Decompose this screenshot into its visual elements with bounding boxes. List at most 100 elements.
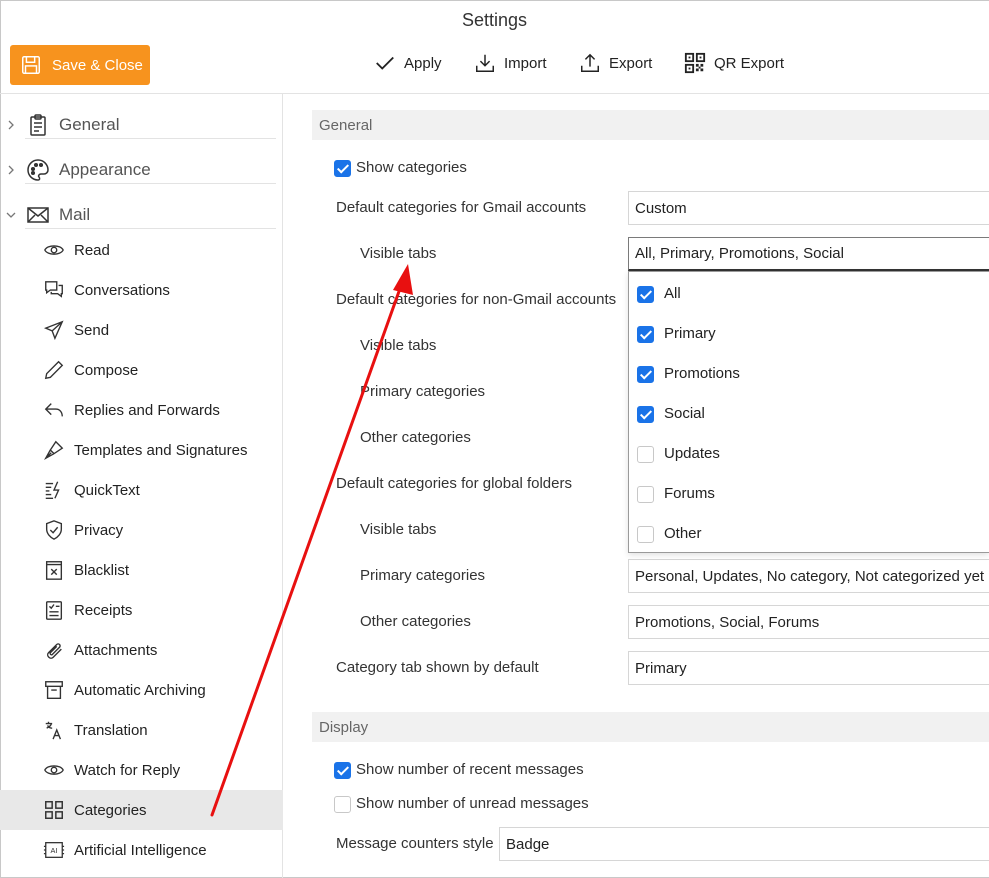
dropdown-option-all[interactable]: All	[629, 274, 989, 314]
dropdown-option-updates[interactable]: Updates	[629, 434, 989, 474]
sidebar-item-privacy[interactable]: Privacy	[0, 510, 283, 550]
sidebar-item-quicktext[interactable]: QuickText	[0, 470, 283, 510]
sidebar-item-artificial-intelligence[interactable]: AI Artificial Intelligence	[0, 830, 283, 870]
save-close-button[interactable]: Save & Close	[10, 45, 150, 85]
archive-icon	[45, 681, 63, 699]
show-unread-label: Show number of unread messages	[356, 795, 589, 812]
sidebar-item-blacklist[interactable]: Blacklist	[0, 550, 283, 590]
sidebar-item-replies-forwards[interactable]: Replies and Forwards	[0, 390, 283, 430]
quicktext-icon	[45, 481, 60, 499]
global-other-label: Other categories	[360, 613, 471, 630]
sidebar-item-label: Blacklist	[74, 561, 130, 579]
counter-style-select[interactable]: Badge	[499, 827, 989, 861]
show-categories-checkbox[interactable]	[334, 160, 351, 177]
dropdown-option-other[interactable]: Other	[629, 514, 989, 554]
show-recent-checkbox[interactable]	[334, 762, 351, 779]
sidebar-item-templates-signatures[interactable]: Templates and Signatures	[0, 430, 283, 470]
option-label: Social	[664, 405, 705, 422]
qr-code-icon	[684, 52, 706, 74]
apply-button[interactable]: Apply	[374, 52, 442, 74]
svg-text:AI: AI	[51, 846, 58, 855]
reply-icon	[44, 403, 63, 417]
gmail-visible-tabs-select[interactable]: All, Primary, Promotions, Social	[628, 237, 989, 271]
grid-icon	[45, 801, 63, 819]
sidebar-section-appearance[interactable]: Appearance	[0, 148, 283, 192]
option-checkbox[interactable]	[637, 486, 654, 503]
sidebar-item-attachments[interactable]: Attachments	[0, 630, 283, 670]
option-label: Updates	[664, 445, 720, 462]
show-unread-checkbox[interactable]	[334, 796, 351, 813]
ai-icon: AI	[43, 842, 65, 858]
sidebar-item-label: Conversations	[74, 281, 170, 299]
palette-icon	[27, 159, 49, 181]
option-label: Primary	[664, 325, 716, 342]
sidebar-item-watch-for-reply[interactable]: Watch for Reply	[0, 750, 283, 790]
non-gmail-primary-label: Primary categories	[360, 383, 486, 400]
divider	[25, 183, 276, 184]
dropdown-option-forums[interactable]: Forums	[629, 474, 989, 514]
gmail-defaults-select[interactable]: Custom	[628, 191, 989, 225]
apply-label: Apply	[404, 54, 442, 72]
blacklist-icon	[45, 561, 63, 580]
sidebar-item-translation[interactable]: Translation	[0, 710, 283, 750]
global-visible-tabs-label: Visible tabs	[360, 521, 437, 538]
sidebar-item-label: Receipts	[74, 601, 133, 619]
sidebar-section-label: Mail	[59, 205, 91, 224]
show-categories-label: Show categories	[356, 159, 467, 176]
settings-sidebar: General Appearance Mail Read Conversatio…	[0, 94, 283, 878]
option-checkbox[interactable]	[637, 446, 654, 463]
option-label: Forums	[664, 485, 715, 502]
send-icon	[43, 320, 64, 341]
sidebar-section-general[interactable]: General	[0, 103, 283, 147]
general-group-header: General	[312, 110, 989, 140]
display-group-header: Display	[312, 712, 989, 742]
qr-export-label: QR Export	[714, 54, 785, 72]
option-label: Promotions	[664, 365, 740, 382]
option-label: Other	[664, 525, 702, 542]
dropdown-option-primary[interactable]: Primary	[629, 314, 989, 354]
floppy-disk-icon	[22, 56, 40, 74]
option-checkbox[interactable]	[637, 326, 654, 343]
export-icon	[581, 53, 599, 72]
sidebar-item-label: Replies and Forwards	[74, 401, 220, 419]
global-primary-label: Primary categories	[360, 567, 486, 584]
sidebar-item-label: Attachments	[74, 641, 158, 659]
sidebar-item-label: Read	[74, 241, 110, 259]
default-tab-select[interactable]: Primary	[628, 651, 989, 685]
sidebar-item-send[interactable]: Send	[0, 310, 283, 350]
receipt-icon	[45, 601, 63, 620]
sidebar-item-label: Artificial Intelligence	[74, 841, 207, 859]
sidebar-item-compose[interactable]: Compose	[0, 350, 283, 390]
visible-tabs-dropdown: All Primary Promotions Social Updates Fo…	[628, 271, 989, 553]
sidebar-item-receipts[interactable]: Receipts	[0, 590, 283, 630]
sidebar-item-read[interactable]: Read	[0, 230, 283, 270]
dropdown-option-promotions[interactable]: Promotions	[629, 354, 989, 394]
eye-icon	[44, 765, 64, 775]
sidebar-item-categories[interactable]: Categories	[0, 790, 283, 830]
sidebar-item-label: Automatic Archiving	[74, 681, 206, 699]
global-primary-select[interactable]: Personal, Updates, No category, Not cate…	[628, 559, 989, 593]
sidebar-section-label: Appearance	[59, 160, 151, 179]
non-gmail-defaults-label: Default categories for non-Gmail account…	[336, 291, 617, 308]
option-checkbox[interactable]	[637, 286, 654, 303]
sidebar-item-conversations[interactable]: Conversations	[0, 270, 283, 310]
sidebar-item-automatic-archiving[interactable]: Automatic Archiving	[0, 670, 283, 710]
qr-export-button[interactable]: QR Export	[684, 52, 784, 74]
shield-icon	[45, 520, 63, 540]
global-defaults-label: Default categories for global folders	[336, 475, 572, 492]
default-tab-label: Category tab shown by default	[336, 659, 539, 676]
sidebar-item-label: Templates and Signatures	[74, 441, 248, 459]
translate-icon	[45, 721, 62, 740]
sidebar-item-label: QuickText	[74, 481, 140, 499]
non-gmail-other-label: Other categories	[360, 429, 471, 446]
export-button[interactable]: Export	[579, 52, 652, 74]
import-icon	[476, 54, 494, 72]
global-other-select[interactable]: Promotions, Social, Forums	[628, 605, 989, 639]
option-checkbox[interactable]	[637, 366, 654, 383]
option-checkbox[interactable]	[637, 526, 654, 543]
paperclip-icon	[46, 643, 62, 659]
option-checkbox[interactable]	[637, 406, 654, 423]
sidebar-item-label: Watch for Reply	[74, 761, 181, 779]
dropdown-option-social[interactable]: Social	[629, 394, 989, 434]
import-button[interactable]: Import	[474, 52, 547, 74]
